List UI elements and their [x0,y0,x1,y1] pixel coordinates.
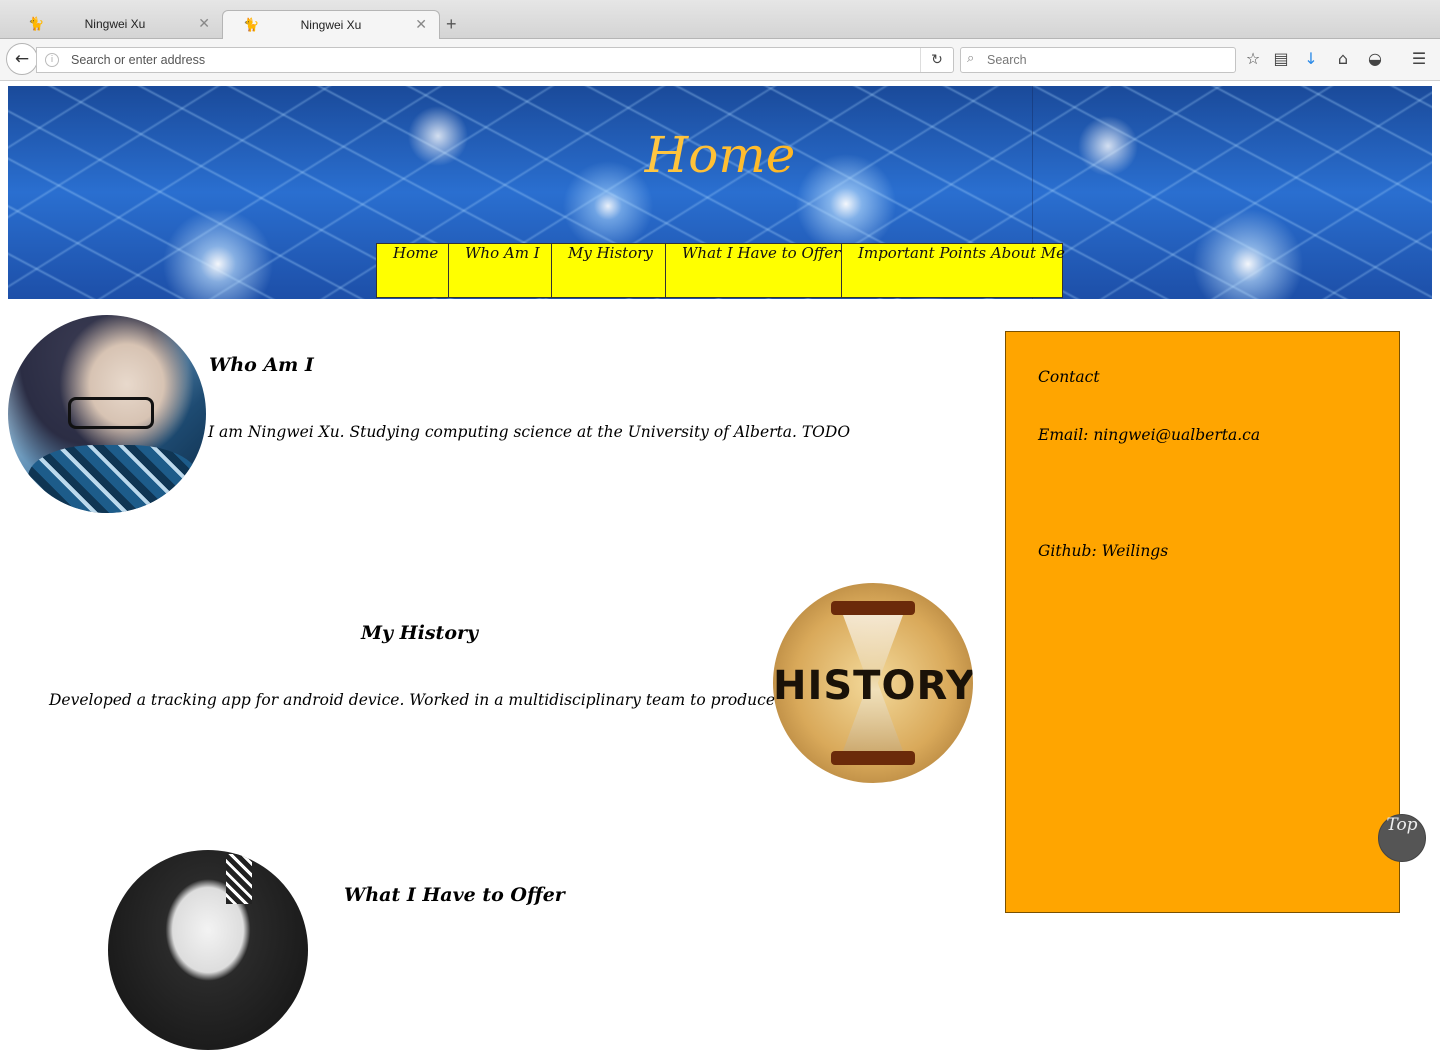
menu-item-what-i-have-to-offer[interactable]: What I Have to Offer [665,243,842,298]
back-to-top-button[interactable]: Top [1378,814,1426,862]
home-icon[interactable]: ⌂ [1332,48,1354,70]
back-button[interactable]: ← [6,43,38,75]
close-tab-icon[interactable]: ✕ [415,16,427,33]
tab-title: Ningwei Xu [300,18,362,32]
tab-strip: 🐈 Ningwei Xu ✕ 🐈 Ningwei Xu ✕ + [0,0,1440,40]
main-menu: Home Who Am I My History What I Have to … [376,243,1065,298]
suit-avatar [108,850,308,1050]
hourglass-bottom [831,751,915,765]
navigation-toolbar: ← i Search or enter address ↻ ⌕ Search ☆… [0,39,1440,81]
address-input[interactable]: Search or enter address [71,53,205,67]
info-icon[interactable]: i [45,53,59,67]
download-icon[interactable]: ↓ [1300,48,1322,70]
search-input[interactable]: Search [987,53,1027,67]
history-hourglass-image: HISTORY [773,583,973,783]
reload-button[interactable]: ↻ [920,48,953,72]
bookmarks-list-icon[interactable]: ▤ [1270,48,1292,70]
hourglass-top [831,601,915,615]
bookmark-star-icon[interactable]: ☆ [1242,48,1264,70]
contact-github: Github: Weilings [1038,542,1169,560]
my-history-heading: My History [361,622,479,644]
contact-heading: Contact [1038,368,1100,386]
who-am-i-heading: Who Am I [209,354,314,376]
avatar-glasses [68,397,154,429]
search-box[interactable]: ⌕ Search [960,47,1236,73]
profile-avatar [8,315,206,513]
close-tab-icon[interactable]: ✕ [198,15,210,32]
new-tab-button[interactable]: + [446,14,457,35]
menu-item-home[interactable]: Home [376,243,449,298]
address-bar[interactable]: i Search or enter address ↻ [36,47,954,73]
contact-email: Email: ningwei@ualberta.ca [1038,426,1261,444]
tab-2-active[interactable]: 🐈 Ningwei Xu ✕ [222,10,440,40]
menu-icon[interactable]: ☰ [1408,48,1430,70]
tab-1[interactable]: 🐈 Ningwei Xu ✕ [8,10,222,38]
avatar-scarf [28,445,198,513]
menu-item-who-am-i[interactable]: Who Am I [448,243,552,298]
history-image-label: HISTORY [773,663,973,709]
avatar-tie [226,854,252,904]
pocket-icon[interactable]: ◒ [1364,48,1386,70]
who-am-i-text: I am Ningwei Xu. Studying computing scie… [208,423,851,441]
offer-heading: What I Have to Offer [344,884,565,906]
tab-title: Ningwei Xu [84,17,146,31]
menu-item-important-points[interactable]: Important Points About Me [841,243,1065,298]
menu-item-my-history[interactable]: My History [551,243,666,298]
page-title: Home [8,126,1432,184]
search-icon: ⌕ [967,51,975,66]
contact-sidebar: Contact Email: ningwei@ualberta.ca Githu… [1005,331,1400,913]
